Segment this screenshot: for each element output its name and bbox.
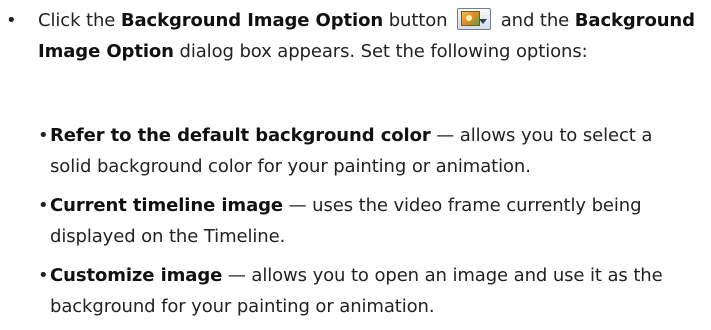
option-term: Customize image xyxy=(50,265,223,286)
instruction-document: • Click the Background Image Option butt… xyxy=(0,0,711,317)
option-bullet: • xyxy=(38,125,49,146)
step-text-part2: button xyxy=(383,10,454,31)
option-text: Current timeline image — uses the video … xyxy=(50,190,692,252)
option-text: Refer to the default background color — … xyxy=(50,120,692,182)
background-image-option-icon xyxy=(457,8,492,30)
option-bullet: • xyxy=(38,265,49,286)
options-list: • Refer to the default background color … xyxy=(38,120,698,330)
option-bullet: • xyxy=(38,195,49,216)
option-item-customize-image: • Customize image — allows you to open a… xyxy=(38,260,698,322)
main-step-text: Click the Background Image Option button… xyxy=(38,5,702,67)
step-text-part1: Click the xyxy=(38,10,121,31)
option-text: Customize image — allows you to open an … xyxy=(50,260,692,322)
option-item-default-color: • Refer to the default background color … xyxy=(38,120,698,182)
step-text-part3: and the xyxy=(495,10,575,31)
main-bullet: • xyxy=(6,10,17,31)
image-icon xyxy=(461,11,481,26)
dropdown-arrow-icon xyxy=(479,19,488,24)
option-item-current-timeline-image: • Current timeline image — uses the vide… xyxy=(38,190,698,252)
option-term: Current timeline image xyxy=(50,195,284,216)
step-text-part4: dialog box appears. Set the following op… xyxy=(173,41,588,62)
option-term: Refer to the default background color xyxy=(50,125,431,146)
bold-background-image-option-1: Background Image Option xyxy=(120,10,384,31)
